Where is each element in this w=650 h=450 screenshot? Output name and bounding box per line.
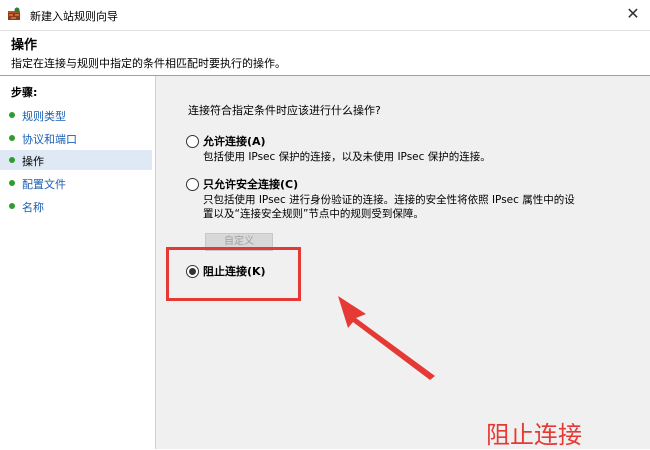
sidebar-item-label: 名称 — [22, 201, 44, 214]
sidebar-item-rule-type[interactable]: 规则类型 — [0, 105, 152, 125]
step-bullet-icon — [9, 112, 15, 118]
step-bullet-icon — [9, 180, 15, 186]
sidebar-item-action[interactable]: 操作 — [0, 150, 152, 170]
steps-heading: 步骤: — [11, 86, 38, 99]
firewall-app-icon — [8, 7, 20, 20]
main-panel: 连接符合指定条件时应该进行什么操作? 允许连接(A) 包括使用 IPsec 保护… — [156, 76, 650, 449]
title-bar: 新建入站规则向导 ✕ — [0, 0, 650, 30]
sidebar-item-protocol-ports[interactable]: 协议和端口 — [0, 128, 152, 148]
window-title: 新建入站规则向导 — [30, 10, 118, 23]
page-description: 指定在连接与规则中指定的条件相匹配时要执行的操作。 — [11, 57, 286, 70]
sidebar-item-label: 操作 — [22, 155, 44, 168]
step-bullet-icon — [9, 135, 15, 141]
sidebar-item-name[interactable]: 名称 — [0, 196, 152, 216]
steps-sidebar: 步骤: 规则类型 协议和端口 操作 配置文件 名称 — [0, 76, 156, 449]
step-bullet-icon — [9, 203, 15, 209]
sidebar-item-label: 配置文件 — [22, 178, 66, 191]
close-icon[interactable]: ✕ — [622, 4, 644, 24]
sidebar-item-profile[interactable]: 配置文件 — [0, 173, 152, 193]
page-header: 操作 指定在连接与规则中指定的条件相匹配时要执行的操作。 — [0, 30, 650, 76]
sidebar-item-label: 规则类型 — [22, 110, 66, 123]
annotation-label: 阻止连接 — [486, 421, 582, 449]
step-bullet-icon — [9, 157, 15, 163]
annotation-arrow-icon — [338, 296, 435, 380]
page-title: 操作 — [11, 38, 38, 53]
sidebar-item-label: 协议和端口 — [22, 133, 77, 146]
